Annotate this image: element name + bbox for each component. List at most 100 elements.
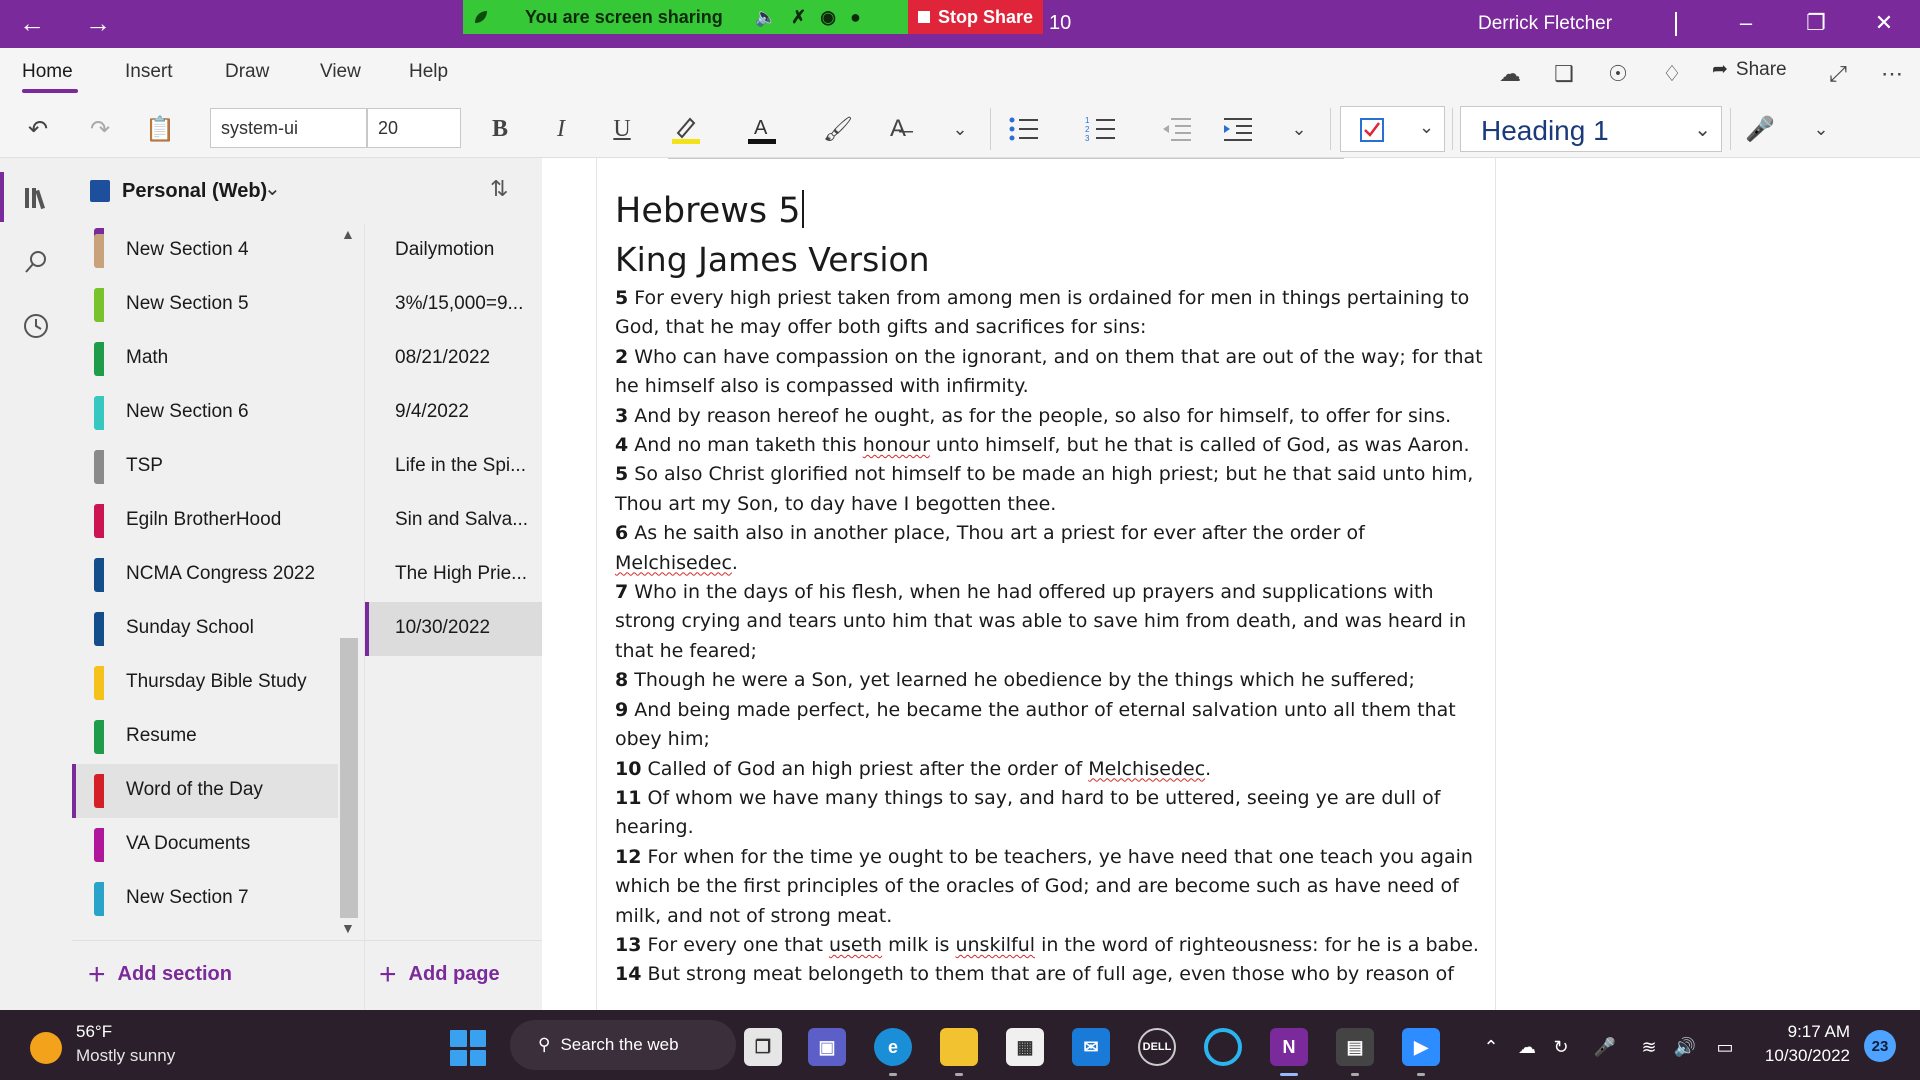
dell-icon[interactable]: DELL — [1138, 1028, 1176, 1066]
page-item-selected[interactable]: 10/30/2022 — [365, 602, 542, 656]
sections-scrollbar-thumb[interactable] — [340, 638, 358, 918]
tab-view[interactable]: View — [320, 61, 361, 83]
volume-icon[interactable]: 🔈 — [755, 7, 777, 28]
section-item-selected[interactable]: Word of the Day — [72, 764, 338, 818]
teams-chat-icon[interactable]: ▣ — [808, 1028, 846, 1066]
highlighter-icon[interactable] — [668, 112, 704, 146]
chevron-down-icon[interactable]: ⌄ — [1281, 112, 1317, 146]
weather-sun-icon[interactable] — [30, 1032, 62, 1064]
battery-icon[interactable]: ▭ — [1712, 1034, 1738, 1060]
stop-share-button[interactable]: Stop Share — [908, 0, 1043, 34]
font-size-field[interactable]: 20 — [367, 108, 461, 148]
sync-cloud-icon[interactable]: ☁ — [1494, 58, 1526, 90]
chevron-down-icon[interactable]: ⌄ — [942, 112, 978, 146]
section-item[interactable]: VA Documents — [72, 818, 338, 872]
speaker-icon[interactable]: 🔊 — [1672, 1034, 1698, 1060]
close-icon[interactable]: ✕ — [1864, 10, 1904, 36]
chevron-up-icon[interactable]: ⌃ — [1478, 1034, 1504, 1060]
restore-icon[interactable]: ❐ — [1796, 10, 1836, 36]
section-item[interactable]: New Section 4 — [72, 224, 338, 278]
edge-browser-icon[interactable]: e — [874, 1028, 912, 1076]
cortana-icon[interactable] — [1204, 1028, 1242, 1066]
clock-time[interactable]: 9:17 AM — [1780, 1022, 1850, 1042]
numbered-list-icon[interactable]: 123 — [1083, 112, 1119, 146]
immersive-reader-icon[interactable]: ❑ — [1548, 58, 1580, 90]
notification-badge[interactable]: 23 — [1864, 1030, 1896, 1062]
more-options-icon[interactable]: ⋯ — [1876, 58, 1908, 90]
chevron-down-icon[interactable]: ⌄ — [1803, 112, 1839, 146]
italic-icon[interactable]: I — [543, 112, 579, 146]
scroll-up-arrow-icon[interactable]: ▲ — [341, 226, 355, 242]
section-item[interactable]: Sunday School — [72, 602, 338, 656]
search-icon[interactable] — [16, 242, 56, 282]
font-color-icon[interactable]: A — [744, 112, 780, 146]
page-item[interactable]: Sin and Salva... — [365, 494, 542, 548]
user-name[interactable]: Derrick Fletcher — [1478, 13, 1612, 35]
note-body[interactable]: 5 For every high priest taken from among… — [615, 284, 1485, 990]
page-item[interactable]: 9/4/2022 — [365, 386, 542, 440]
redo-icon[interactable]: ↷ — [82, 112, 118, 146]
mail-icon[interactable]: ✉ — [1072, 1028, 1110, 1066]
tab-draw[interactable]: Draw — [225, 61, 269, 83]
section-item[interactable]: New Section 5 — [72, 278, 338, 332]
page-item[interactable]: 3%/15,000=9... — [365, 278, 542, 332]
add-section-button[interactable]: + Add section — [88, 959, 232, 989]
underline-icon[interactable]: U — [604, 112, 640, 146]
section-item[interactable]: Thursday Bible Study — [72, 656, 338, 710]
page-item[interactable]: The High Prie... — [365, 548, 542, 602]
weather-description[interactable]: Mostly sunny — [76, 1046, 175, 1066]
section-item[interactable]: NCMA Congress 2022 — [72, 548, 338, 602]
microphone-icon[interactable]: 🎤 — [1592, 1034, 1618, 1060]
bold-icon[interactable]: B — [482, 112, 518, 146]
notebook-title[interactable]: Personal (Web) — [122, 180, 267, 203]
app-window-icon[interactable]: ▤ — [1336, 1028, 1374, 1076]
dictate-mic-icon[interactable]: 🎤 — [1742, 112, 1778, 146]
chevron-down-icon[interactable]: ⌄ — [264, 176, 281, 201]
back-arrow-icon[interactable]: ← — [12, 8, 52, 39]
minimize-icon[interactable]: – — [1726, 10, 1766, 36]
note-canvas[interactable]: Hebrews 5 King James Version 5 For every… — [542, 158, 1920, 1010]
section-item[interactable]: New Section 7 — [72, 872, 338, 926]
bullet-list-icon[interactable] — [1006, 112, 1042, 146]
taskbar-search[interactable]: ⚲ Search the web — [510, 1020, 736, 1070]
onenote-icon[interactable]: N — [1270, 1028, 1308, 1076]
font-name-field[interactable]: system-ui — [210, 108, 367, 148]
mute-mic-icon[interactable]: ✗ — [791, 7, 806, 28]
page-subtitle[interactable]: King James Version — [615, 240, 930, 279]
style-dropdown[interactable]: Heading 1 ⌄ — [1460, 106, 1722, 152]
sync-icon[interactable]: ↻ — [1548, 1034, 1574, 1060]
task-view-icon[interactable]: ❐ — [744, 1028, 782, 1066]
page-item[interactable]: Dailymotion — [365, 224, 542, 278]
share-button[interactable]: ➦ Share — [1712, 58, 1787, 81]
section-item[interactable]: Egiln BrotherHood — [72, 494, 338, 548]
tag-dropdown[interactable]: ⌄ — [1340, 106, 1445, 152]
weather-temperature[interactable]: 56°F — [76, 1022, 112, 1042]
page-item[interactable]: 08/21/2022 — [365, 332, 542, 386]
file-explorer-icon[interactable] — [940, 1028, 978, 1076]
section-item[interactable]: Resume — [72, 710, 338, 764]
onedrive-cloud-icon[interactable]: ☁ — [1514, 1034, 1540, 1060]
section-item[interactable]: Math — [72, 332, 338, 386]
page-item[interactable]: Life in the Spi... — [365, 440, 542, 494]
scroll-down-arrow-icon[interactable]: ▼ — [341, 920, 355, 936]
bell-icon[interactable]: ♢ — [1656, 58, 1688, 90]
sort-icon[interactable]: ⇅ — [490, 176, 508, 202]
section-item[interactable]: New Section 6 — [72, 386, 338, 440]
wifi-icon[interactable]: ≋ — [1636, 1034, 1662, 1060]
add-page-button[interactable]: + Add page — [379, 959, 500, 989]
zoom-icon[interactable]: ▶ — [1402, 1028, 1440, 1076]
increase-indent-icon[interactable] — [1220, 112, 1256, 146]
tab-insert[interactable]: Insert — [125, 61, 173, 83]
decrease-indent-icon[interactable] — [1159, 112, 1195, 146]
clear-formatting-icon[interactable]: A̶ — [880, 112, 916, 146]
lightbulb-icon[interactable]: ☉ — [1602, 58, 1634, 90]
undo-icon[interactable]: ↶ — [20, 112, 56, 146]
record-icon[interactable]: ◉ — [820, 7, 836, 28]
shield-icon[interactable]: ● — [850, 7, 861, 28]
microsoft-store-icon[interactable]: ▦ — [1006, 1028, 1044, 1066]
clipboard-icon[interactable]: 📋 — [142, 112, 178, 146]
start-button[interactable] — [450, 1030, 486, 1066]
expand-icon[interactable]: ⤢ — [1822, 58, 1854, 90]
tab-help[interactable]: Help — [409, 61, 448, 83]
recent-clock-icon[interactable] — [16, 306, 56, 346]
